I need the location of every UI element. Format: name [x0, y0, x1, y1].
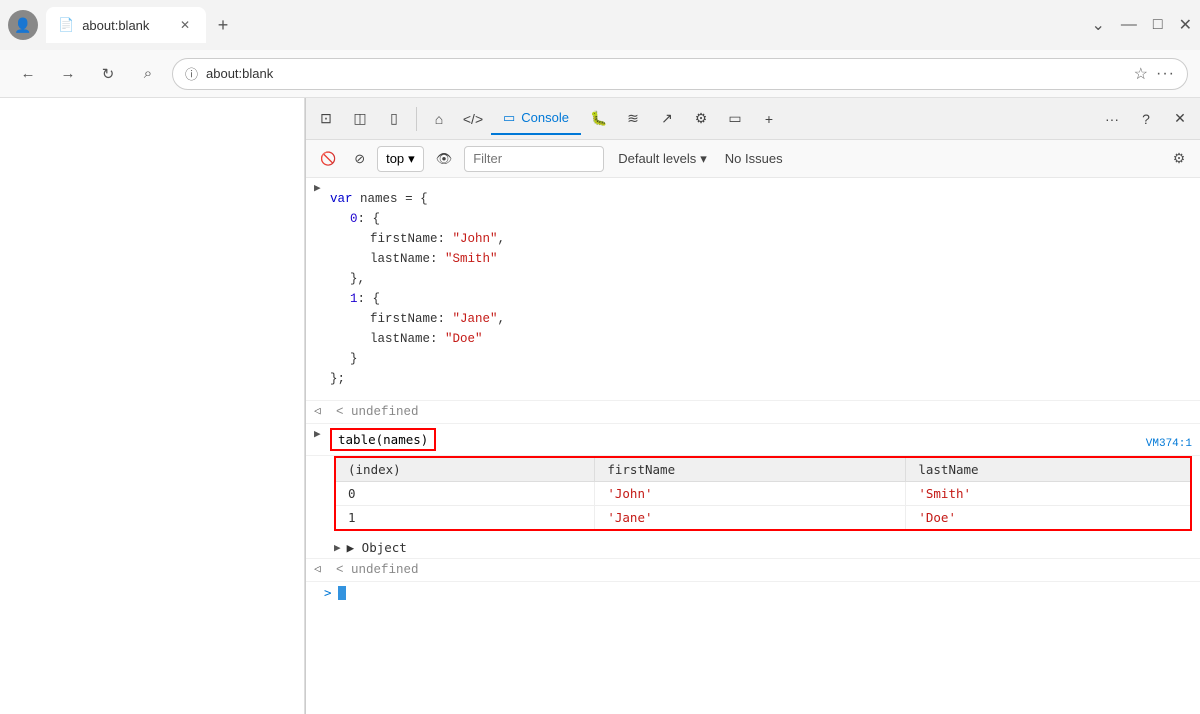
devtools-debug-tab[interactable]: 🐛 — [583, 103, 615, 135]
context-selector[interactable]: top ▾ — [377, 146, 424, 172]
console-cursor[interactable] — [338, 586, 346, 600]
title-bar: 👤 📄 about:blank ✕ + ⌄ — □ ✕ — [0, 0, 1200, 50]
table-output-container: VM374:1 (index) firstName lastName 0 'Jo… — [334, 456, 1192, 531]
close-button[interactable]: ✕ — [1179, 15, 1192, 35]
console-tab-icon: ▭ — [503, 110, 515, 126]
table-command-line: ▶ table(names) — [306, 424, 1200, 456]
devtools-perf-tab[interactable]: ↗ — [651, 103, 683, 135]
devtools-app-tab[interactable]: ▭ — [719, 103, 751, 135]
address-bar[interactable]: ⓘ about:blank ☆ ··· — [172, 58, 1188, 90]
default-levels-dropdown[interactable]: Default levels ▾ — [610, 151, 715, 167]
active-tab[interactable]: 📄 about:blank ✕ — [46, 7, 206, 43]
devtools-toolbar: ⊡ ◫ ▯ ⌂ </> ▭ Console 🐛 ≋ ↗ ⚙ ▭ + ··· ? … — [306, 98, 1200, 140]
undefined-output-2: ◁ < undefined — [306, 559, 1200, 582]
devtools-add-btn[interactable]: + — [753, 103, 785, 135]
index-header: (index) — [336, 458, 595, 482]
index-0: 0 — [336, 482, 595, 506]
devtools-network-tab[interactable]: ≋ — [617, 103, 649, 135]
pause-button[interactable]: ⊘ — [348, 146, 371, 172]
eye-button[interactable]: 👁 — [430, 146, 459, 172]
default-levels-label: Default levels — [618, 151, 696, 166]
output-arrow-2-icon: ◁ — [314, 562, 321, 576]
lastname-header: lastName — [906, 458, 1190, 482]
code-content: var names = { 0: { firstName: "John", la… — [330, 183, 505, 395]
table-row: 1 'Jane' 'Doe' — [336, 506, 1190, 530]
lastname-1: 'Doe' — [906, 506, 1190, 530]
expand-code-icon[interactable]: ▶ — [314, 181, 321, 195]
console-output: ▶ var names = { 0: { firstName: "John", … — [306, 178, 1200, 714]
star-button[interactable]: ☆ — [1134, 64, 1148, 84]
table-row: 0 'John' 'Smith' — [336, 482, 1190, 506]
firstname-1: 'Jane' — [595, 506, 906, 530]
profile-avatar: 👤 — [14, 17, 31, 34]
undefined-output-1: ◁ < undefined — [306, 401, 1200, 424]
no-issues-label: No Issues — [725, 151, 783, 166]
table-command-text[interactable]: table(names) — [330, 428, 436, 451]
chevron-down-icon: ▾ — [408, 151, 415, 167]
browser-page-area — [0, 98, 305, 714]
input-caret-icon: > — [324, 585, 332, 600]
output-arrow-icon: ◁ — [314, 404, 321, 418]
object-output-line: ▶ ▶ Object — [306, 537, 1200, 559]
context-label: top — [386, 151, 404, 166]
firstname-0: 'John' — [595, 482, 906, 506]
devtools-help-btn[interactable]: ? — [1130, 103, 1162, 135]
refresh-button[interactable]: ↻ — [92, 58, 124, 90]
object-expand-icon[interactable]: ▶ — [334, 541, 341, 554]
devtools-inspect-btn[interactable]: ⊡ — [310, 103, 342, 135]
devtools-sidebar-btn[interactable]: ▯ — [378, 103, 410, 135]
maximize-button[interactable]: □ — [1153, 16, 1163, 34]
devtools-more-btn[interactable]: ··· — [1096, 103, 1128, 135]
tab-close-button[interactable]: ✕ — [176, 16, 194, 34]
devtools-sources-tab[interactable]: </> — [457, 103, 489, 135]
table-body: 0 'John' 'Smith' 1 'Jane' 'Doe' — [336, 482, 1190, 530]
devtools-panel: ⊡ ◫ ▯ ⌂ </> ▭ Console 🐛 ≋ ↗ ⚙ ▭ + ··· ? … — [305, 98, 1200, 714]
back-button[interactable]: ← — [12, 58, 44, 90]
data-table-wrapper: (index) firstName lastName 0 'John' 'Smi… — [334, 456, 1192, 531]
filter-input[interactable] — [464, 146, 604, 172]
default-levels-arrow-icon: ▾ — [700, 151, 707, 167]
header-row: (index) firstName lastName — [336, 458, 1190, 482]
tab-page-icon: 📄 — [58, 17, 74, 33]
devtools-memory-tab[interactable]: ⚙ — [685, 103, 717, 135]
devtools-close-btn[interactable]: ✕ — [1164, 103, 1196, 135]
tab-title: about:blank — [82, 18, 149, 33]
console-tab-label: Console — [521, 110, 569, 125]
chevron-icon[interactable]: ⌄ — [1092, 15, 1105, 35]
table-header: (index) firstName lastName — [336, 458, 1190, 482]
firstname-header: firstName — [595, 458, 906, 482]
object-label: ▶ Object — [345, 540, 407, 555]
new-tab-button[interactable]: + — [206, 8, 240, 42]
window-controls: ⌄ — □ ✕ — [1092, 15, 1192, 35]
forward-button[interactable]: → — [52, 58, 84, 90]
clear-console-button[interactable]: 🚫 — [314, 146, 342, 172]
console-data-table: (index) firstName lastName 0 'John' 'Smi… — [336, 458, 1190, 529]
navigation-bar: ← → ↻ ⌕ ⓘ about:blank ☆ ··· — [0, 50, 1200, 98]
devtools-home-tab[interactable]: ⌂ — [423, 103, 455, 135]
more-button[interactable]: ··· — [1156, 65, 1175, 83]
devtools-device-btn[interactable]: ◫ — [344, 103, 376, 135]
profile-icon[interactable]: 👤 — [8, 10, 38, 40]
input-arrow-icon: ▶ — [314, 427, 321, 441]
address-text: about:blank — [206, 66, 273, 81]
search-button[interactable]: ⌕ — [132, 58, 164, 90]
devtools-settings-button[interactable]: ⚙ — [1166, 146, 1192, 172]
vm-reference[interactable]: VM374:1 — [1146, 438, 1192, 450]
info-icon: ⓘ — [185, 64, 198, 83]
devtools-console-tab[interactable]: ▭ Console — [491, 103, 581, 135]
console-input-line[interactable]: > — [306, 582, 1200, 603]
console-code-block: ▶ var names = { 0: { firstName: "John", … — [306, 178, 1200, 401]
devtools-subtoolbar: 🚫 ⊘ top ▾ 👁 Default levels ▾ No Issues ⚙ — [306, 140, 1200, 178]
tab-bar: 📄 about:blank ✕ + — [46, 7, 1084, 43]
toolbar-separator — [416, 107, 417, 131]
index-1: 1 — [336, 506, 595, 530]
minimize-button[interactable]: — — [1121, 16, 1137, 34]
lastname-0: 'Smith' — [906, 482, 1190, 506]
